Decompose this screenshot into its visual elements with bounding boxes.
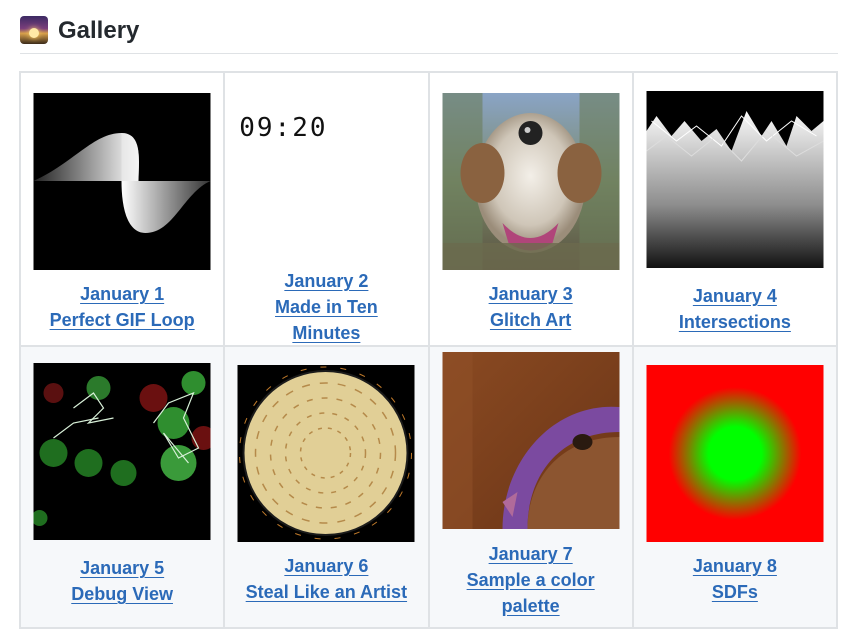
gallery-caption: January 5 Debug View [21,555,223,607]
gallery-link-title[interactable]: SDFs [712,582,758,602]
gallery-link-title-line1[interactable]: Made in Ten [275,297,378,317]
debug-view-thumbnail[interactable] [33,363,211,540]
clock-text: 09:20 [239,113,328,143]
gallery-cell: January 8 SDFs [631,345,839,629]
gallery-cell: January 3 Glitch Art [427,71,634,347]
gallery-caption: January 6 Steal Like an Artist [225,553,427,605]
gallery-row: January 5 Debug View January 6 Steal Lik… [18,345,839,629]
sunset-photo-icon [20,16,48,44]
gallery-link-title[interactable]: Steal Like an Artist [246,582,407,602]
gallery-cell: January 7 Sample a color palette [427,345,634,629]
gallery-link-title[interactable]: Intersections [679,312,791,332]
gallery-cell: January 5 Debug View [18,345,226,629]
gallery-caption: January 1 Perfect GIF Loop [21,281,223,333]
gallery-table: January 1 Perfect GIF Loop 09:20 January… [18,71,839,629]
gallery-link-date[interactable]: January 2 [284,271,368,291]
gallery-row: January 1 Perfect GIF Loop 09:20 January… [18,71,839,347]
gallery-caption: January 8 SDFs [634,553,836,605]
gallery-link-title[interactable]: Glitch Art [490,310,571,330]
sdfs-thumbnail[interactable] [646,365,824,542]
gallery-heading: Gallery [20,14,838,54]
gallery-link-date[interactable]: January 7 [489,544,573,564]
gallery-caption: January 4 Intersections [634,283,836,335]
gallery-link-title-line2[interactable]: Minutes [292,323,360,343]
sample-color-palette-thumbnail[interactable] [442,352,620,529]
gallery-link-date[interactable]: January 1 [80,284,164,304]
gallery-link-title-line2[interactable]: palette [502,596,560,616]
intersections-thumbnail[interactable] [646,91,824,268]
glitch-art-thumbnail[interactable] [442,93,620,270]
gallery-cell: January 1 Perfect GIF Loop [18,71,226,347]
gallery-cell: January 6 Steal Like an Artist [223,345,430,629]
gallery-cell: 09:20 January 2 Made in Ten Minutes [223,71,430,347]
gallery-caption: January 2 Made in Ten Minutes [225,268,427,346]
gallery-link-date[interactable]: January 5 [80,558,164,578]
gallery-link-date[interactable]: January 8 [693,556,777,576]
gallery-link-title[interactable]: Debug View [71,584,173,604]
gallery-link-title-line1[interactable]: Sample a color [467,570,595,590]
gallery-link-date[interactable]: January 6 [284,556,368,576]
gallery-caption: January 3 Glitch Art [430,281,632,333]
page-title: Gallery [58,17,140,44]
steal-like-an-artist-thumbnail[interactable] [237,365,415,542]
perfect-gif-loop-thumbnail[interactable] [33,93,211,270]
gallery-caption: January 7 Sample a color palette [430,541,632,619]
gallery-link-date[interactable]: January 3 [489,284,573,304]
gallery-cell: January 4 Intersections [631,71,839,347]
gallery-link-date[interactable]: January 4 [693,286,777,306]
gallery-link-title[interactable]: Perfect GIF Loop [50,310,195,330]
